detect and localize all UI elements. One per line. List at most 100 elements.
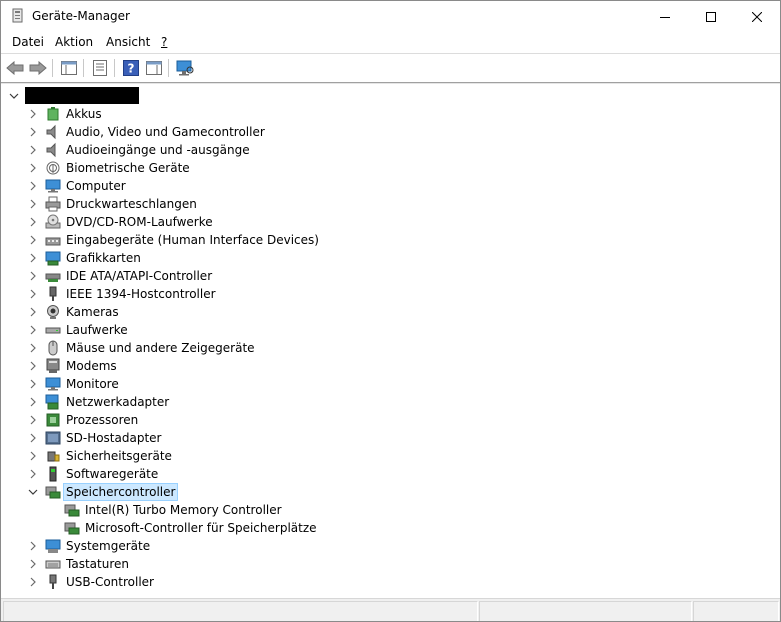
expand-collapse-toggle[interactable] [28,537,38,555]
show-hide-console-tree-button[interactable] [58,58,80,78]
expand-collapse-toggle[interactable] [28,213,38,231]
expand-collapse-toggle[interactable] [28,483,38,501]
tree-category-label[interactable]: Biometrische Geräte [66,160,190,176]
tree-category-label[interactable]: Sicherheitsgeräte [66,448,172,464]
tree-category-label[interactable]: Akkus [66,106,102,122]
tree-category-label[interactable]: Mäuse und andere Zeigegeräte [66,340,255,356]
expand-collapse-toggle[interactable] [28,411,38,429]
tree-category-row[interactable]: Modems [1,357,780,375]
tree-category-label[interactable]: Systemgeräte [66,538,150,554]
maximize-button[interactable] [688,1,734,32]
tree-category-label[interactable]: DVD/CD-ROM-Laufwerke [66,214,213,230]
expand-collapse-toggle[interactable] [28,141,38,159]
tree-category-label[interactable]: Laufwerke [66,322,128,338]
expand-collapse-toggle[interactable] [28,375,38,393]
back-button[interactable] [4,58,26,78]
menu-aktion[interactable]: Aktion [55,35,93,49]
tree-category-row[interactable]: Tastaturen [1,555,780,573]
tree-device-row[interactable]: Intel(R) Turbo Memory Controller [1,501,780,519]
tree-category-row[interactable]: Softwaregeräte [1,465,780,483]
tree-category-label[interactable]: Kameras [66,304,119,320]
expand-collapse-toggle[interactable] [28,429,38,447]
tree-category-label[interactable]: Computer [66,178,126,194]
tree-category-row[interactable]: Prozessoren [1,411,780,429]
help-button[interactable]: ? [120,58,142,78]
action-view-button[interactable] [143,58,165,78]
expand-collapse-toggle[interactable] [28,123,38,141]
menu-ansicht[interactable]: Ansicht [106,35,150,49]
tree-category-row[interactable]: Grafikkarten [1,249,780,267]
tree-category-row[interactable]: Monitore [1,375,780,393]
expand-collapse-toggle[interactable] [28,573,38,591]
tree-category-row[interactable]: Druckwarteschlangen [1,195,780,213]
tree-category-label[interactable]: IDE ATA/ATAPI-Controller [66,268,212,284]
tree-category-row[interactable]: IDE ATA/ATAPI-Controller [1,267,780,285]
tree-category-row[interactable]: USB-Controller [1,573,780,591]
properties-button[interactable] [89,58,111,78]
menu-help[interactable]: ? [161,35,167,49]
forward-button[interactable] [27,58,49,78]
expand-collapse-toggle[interactable] [28,393,38,411]
tree-category-label[interactable]: Tastaturen [66,556,129,572]
tree-category-label[interactable]: Modems [66,358,117,374]
tree-category-label[interactable]: SD-Hostadapter [66,430,161,446]
tree-category-label[interactable]: USB-Controller [66,574,154,590]
expand-collapse-toggle[interactable] [28,447,38,465]
tree-device-label[interactable]: Intel(R) Turbo Memory Controller [85,502,282,518]
tree-category-label[interactable]: IEEE 1394-Hostcontroller [66,286,216,302]
expand-collapse-toggle[interactable] [28,195,38,213]
expand-collapse-toggle[interactable] [28,357,38,375]
tree-category-label[interactable]: Audioeingänge und -ausgänge [66,142,250,158]
tree-category-row[interactable]: Eingabegeräte (Human Interface Devices) [1,231,780,249]
tree-category-row[interactable]: Audioeingänge und -ausgänge [1,141,780,159]
device-tree[interactable]: Akkus Audio, Video und Gamecontroller Audi… [1,83,780,596]
expand-collapse-toggle[interactable] [28,267,38,285]
tree-category-row[interactable]: Kameras [1,303,780,321]
tree-category-row[interactable]: IEEE 1394-Hostcontroller [1,285,780,303]
tree-device-row[interactable]: Microsoft-Controller für Speicherplätze [1,519,780,537]
expand-collapse-toggle[interactable] [28,285,38,303]
chevron-right-icon [30,325,36,335]
expand-collapse-toggle[interactable] [28,339,38,357]
tree-category-label[interactable]: Monitore [66,376,119,392]
tree-category-label[interactable]: Eingabegeräte (Human Interface Devices) [66,232,319,248]
tree-category-label[interactable]: Netzwerkadapter [66,394,169,410]
tree-category-row[interactable]: Netzwerkadapter [1,393,780,411]
menu-datei[interactable]: Datei [12,35,44,49]
scan-hardware-button[interactable] [174,58,196,78]
expand-collapse-toggle[interactable] [28,249,38,267]
network-adapter-icon [45,394,61,410]
tree-category-row[interactable]: DVD/CD-ROM-Laufwerke [1,213,780,231]
redacted-computer-name[interactable] [25,87,139,104]
tree-category-row[interactable]: Speichercontroller [1,483,780,501]
tree-category-row[interactable]: Systemgeräte [1,537,780,555]
tree-category-label[interactable]: Audio, Video und Gamecontroller [66,124,265,140]
tree-device-label[interactable]: Microsoft-Controller für Speicherplätze [85,520,317,536]
title-bar[interactable]: Geräte-Manager [1,1,780,32]
expand-collapse-toggle[interactable] [28,105,38,123]
tree-category-row[interactable]: Akkus [1,105,780,123]
tree-category-label[interactable]: Prozessoren [66,412,138,428]
tree-category-row[interactable]: Audio, Video und Gamecontroller [1,123,780,141]
minimize-button[interactable] [642,1,688,32]
close-button[interactable] [734,1,780,32]
tree-category-label[interactable]: Speichercontroller [63,483,179,501]
expand-collapse-toggle[interactable] [28,555,38,573]
tree-category-row[interactable]: Laufwerke [1,321,780,339]
expand-collapse-toggle[interactable] [28,231,38,249]
tree-category-label[interactable]: Druckwarteschlangen [66,196,197,212]
tree-category-label[interactable]: Softwaregeräte [66,466,158,482]
chevron-right-icon [30,361,36,371]
expand-collapse-toggle[interactable] [28,177,38,195]
tree-category-row[interactable]: Biometrische Geräte [1,159,780,177]
tree-category-row[interactable]: Mäuse und andere Zeigegeräte [1,339,780,357]
expand-collapse-toggle[interactable] [28,303,38,321]
tree-category-row[interactable]: Sicherheitsgeräte [1,447,780,465]
expand-collapse-toggle[interactable] [9,87,19,105]
expand-collapse-toggle[interactable] [28,465,38,483]
expand-collapse-toggle[interactable] [28,321,38,339]
tree-category-label[interactable]: Grafikkarten [66,250,141,266]
tree-category-row[interactable]: Computer [1,177,780,195]
tree-category-row[interactable]: SD-Hostadapter [1,429,780,447]
expand-collapse-toggle[interactable] [28,159,38,177]
